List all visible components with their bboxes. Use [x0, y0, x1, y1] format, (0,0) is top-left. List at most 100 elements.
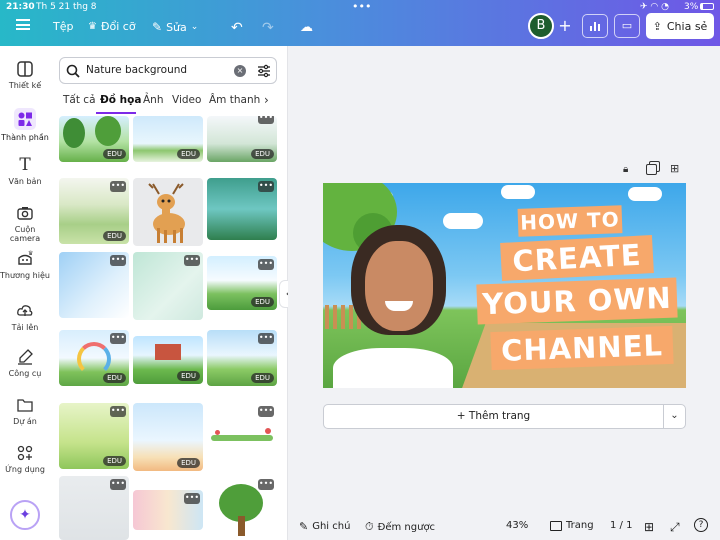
graphic-thumbnail[interactable]: EDU [59, 116, 129, 162]
graphic-thumbnail[interactable]: ••• [59, 476, 129, 540]
tab-audio[interactable]: Âm thanh [209, 94, 260, 106]
more-options-button[interactable]: ••• [258, 479, 274, 490]
notes-button[interactable]: ✎ Ghi chú [299, 520, 350, 533]
redo-icon[interactable]: ↷ [262, 20, 274, 36]
resize-button[interactable]: ♛ Đổi cỡ [88, 20, 136, 33]
search-input[interactable]: Nature background × [59, 57, 277, 84]
pages-button[interactable]: Trang [550, 520, 594, 531]
zoom-level[interactable]: 43% [506, 520, 528, 531]
more-options-button[interactable]: ••• [258, 116, 274, 124]
pencil-icon: ✎ [152, 20, 163, 34]
tab-photos[interactable]: Ảnh [143, 94, 164, 106]
flower [215, 430, 220, 435]
more-options-button[interactable]: ••• [184, 493, 200, 504]
tab-all[interactable]: Tất cả [63, 94, 96, 106]
clear-search-icon[interactable]: × [234, 65, 246, 77]
edu-badge: EDU [251, 149, 274, 159]
page-count: 1 / 1 [610, 520, 633, 531]
more-options-button[interactable]: ••• [184, 255, 200, 266]
pages-icon [550, 520, 562, 531]
title-line-3: YOUR OWN [481, 280, 673, 322]
sidebar-item-camera-roll[interactable]: Cuộn camera [0, 204, 50, 243]
sidebar-item-label: Thương hiệu [0, 271, 50, 280]
share-button[interactable]: ⇪ Chia sẻ [646, 13, 714, 39]
timer-icon: ⏱︎ [365, 520, 374, 533]
graphic-thumbnail[interactable]: ••• [207, 178, 277, 240]
help-icon[interactable]: ? [694, 518, 708, 532]
graphic-thumbnail[interactable]: ••• EDU [207, 116, 277, 162]
chevron-down-icon: ⌄ [670, 410, 679, 421]
lock-icon[interactable]: 🔒︎ [623, 164, 628, 175]
more-options-button[interactable]: ••• [110, 181, 126, 192]
comment-icon: ▭ [621, 19, 633, 32]
more-options-button[interactable]: ••• [110, 255, 126, 266]
more-options-button[interactable]: ••• [258, 333, 274, 344]
more-options-button[interactable]: ••• [258, 181, 274, 192]
title-line-2: CREATE [511, 237, 643, 279]
cloud-saved-icon[interactable]: ☁ [300, 20, 313, 35]
graphic-thumbnail[interactable]: EDU [133, 403, 203, 471]
grid-view-icon[interactable]: ⊞ [644, 520, 654, 534]
upload-icon [17, 305, 33, 316]
graphic-thumbnail[interactable]: ••• [133, 490, 203, 530]
more-options-button[interactable]: ••• [110, 406, 126, 417]
graphic-thumbnail[interactable]: ••• EDU [207, 330, 277, 386]
duplicate-page-icon[interactable] [646, 164, 657, 175]
undo-icon[interactable]: ↶ [231, 20, 243, 36]
edit-button[interactable]: ✎ Sửa ⌄ [152, 20, 198, 34]
avatar[interactable]: B [528, 13, 554, 39]
svg-text:♛: ♛ [28, 250, 33, 257]
sidebar-item-elements[interactable]: Thành phần [0, 108, 50, 142]
sparkle-icon: ✦ [19, 507, 31, 523]
fullscreen-icon[interactable]: ⤢ [670, 520, 680, 535]
add-page-icon[interactable]: ⊞ [670, 162, 679, 175]
graphic-thumbnail[interactable]: ••• EDU [59, 330, 129, 386]
battery-level: 3% [684, 2, 699, 12]
graphic-thumbnail[interactable]: ••• [59, 252, 129, 318]
sidebar-item-label: Thiết kế [8, 81, 42, 90]
sidebar-item-label: Công cụ [8, 369, 42, 378]
chevron-right-icon[interactable]: › [264, 93, 269, 107]
resize-label: Đổi cỡ [100, 20, 136, 33]
graphic-thumbnail[interactable]: ••• EDU [59, 403, 129, 469]
pages-label: Trang [566, 520, 594, 531]
design-page[interactable]: HOW TO CREATE YOUR OWN CHANNEL [323, 183, 686, 388]
sidebar-item-tools[interactable]: Công cụ [0, 348, 50, 378]
cloud [628, 187, 662, 201]
graphic-thumbnail[interactable]: ••• [133, 252, 203, 320]
graphic-thumbnail[interactable]: ••• EDU [207, 256, 277, 310]
graphic-thumbnail[interactable]: EDU [133, 336, 203, 384]
add-collaborator-icon[interactable]: + [554, 13, 576, 39]
sidebar-item-projects[interactable]: Dự án [0, 396, 50, 426]
timer-button[interactable]: ⏱︎ Đếm ngược [365, 520, 435, 534]
more-options-button[interactable]: ••• [110, 333, 126, 344]
graphic-thumbnail[interactable]: EDU [133, 116, 203, 162]
add-page-options-button[interactable]: ⌄ [663, 404, 686, 429]
sidebar-item-brand[interactable]: ♛ Thương hiệu [0, 250, 50, 280]
graphic-thumbnail[interactable] [133, 178, 203, 246]
graphic-thumbnail[interactable]: ••• [207, 476, 277, 540]
camera-icon [17, 207, 33, 220]
more-options-button[interactable]: ••• [110, 479, 126, 490]
sidebar-item-uploads[interactable]: Tải lên [0, 302, 50, 332]
sidebar-item-apps[interactable]: Ứng dụng [0, 444, 50, 474]
add-page-button[interactable]: + Thêm trang [323, 404, 664, 429]
tab-videos[interactable]: Video [172, 94, 201, 106]
apps-icon [17, 445, 33, 461]
more-options-button[interactable]: ••• [258, 259, 274, 270]
graphic-thumbnail[interactable]: ••• EDU [59, 178, 129, 244]
edu-badge: EDU [251, 297, 274, 307]
insights-button[interactable] [582, 14, 608, 38]
magic-assistant-button[interactable]: ✦ [10, 500, 40, 530]
tab-graphics[interactable]: Đồ họa [100, 94, 141, 106]
more-options-button[interactable]: ••• [258, 406, 274, 417]
bottom-bar: ✎ Ghi chú ⏱︎ Đếm ngược 43% Trang 1 / 1 ⊞… [288, 512, 720, 540]
title-banner-4: CHANNEL [490, 325, 674, 371]
file-menu[interactable]: Tệp [53, 20, 73, 33]
filter-icon[interactable] [257, 64, 271, 78]
sidebar-item-text[interactable]: T Văn bản [0, 156, 50, 186]
graphic-thumbnail[interactable]: ••• [207, 403, 277, 451]
sidebar-item-design[interactable]: Thiết kế [0, 60, 50, 90]
comment-button[interactable]: ▭ [614, 14, 640, 38]
menu-icon[interactable] [16, 19, 30, 30]
